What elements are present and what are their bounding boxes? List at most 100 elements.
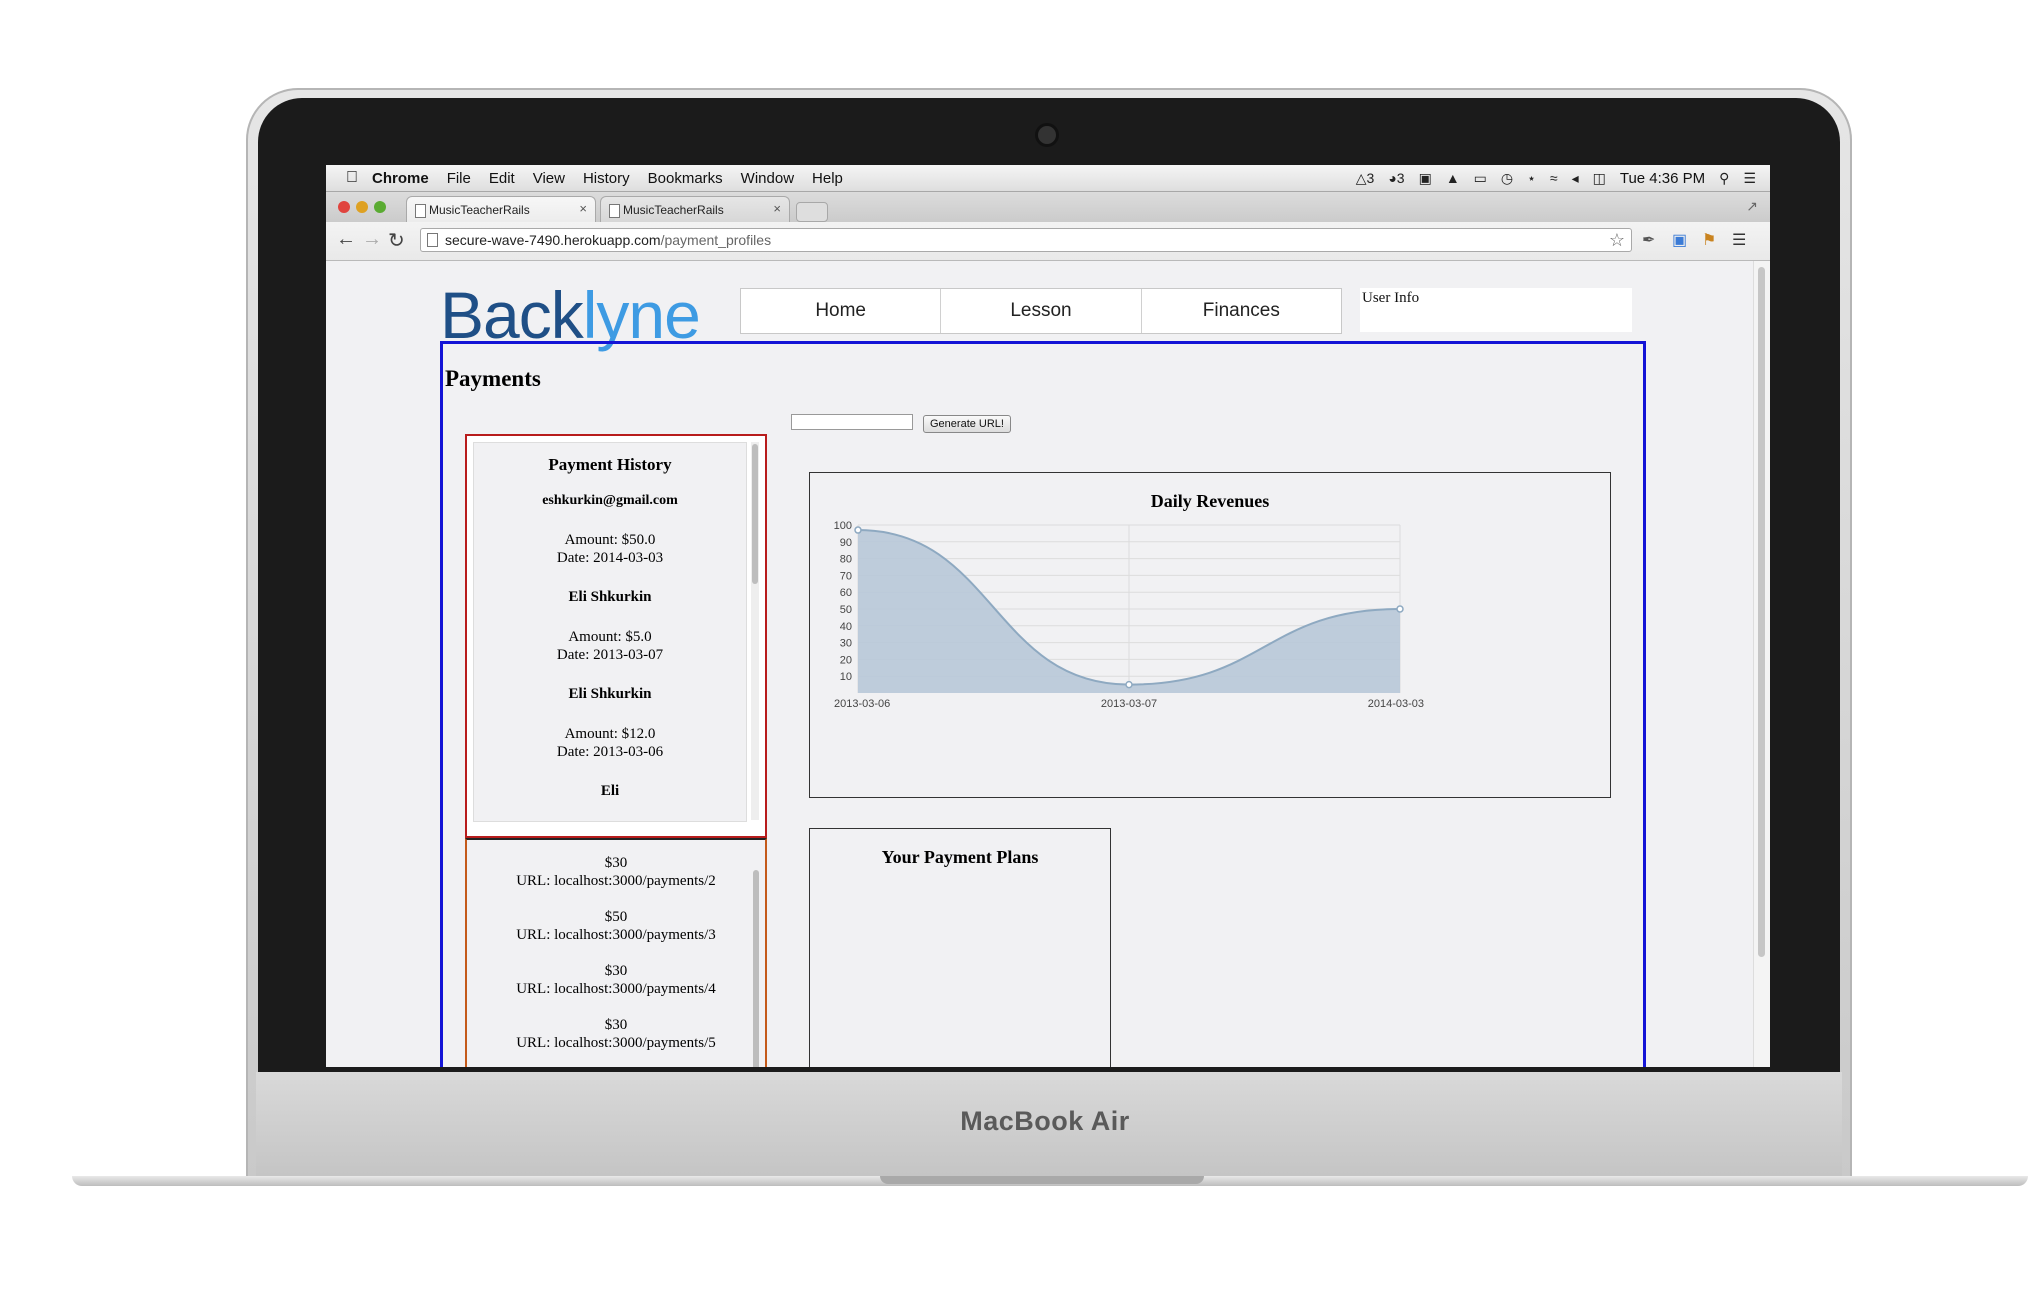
close-window-icon[interactable]: [338, 201, 350, 213]
payment-url-item: $30 URL: localhost:3000/payments/2: [467, 854, 765, 890]
payment-urls-panel[interactable]: $30 URL: localhost:3000/payments/2 $50 U…: [465, 838, 767, 1067]
payment-url-input[interactable]: [791, 414, 913, 430]
menu-help[interactable]: Help: [812, 170, 843, 187]
battery-icon[interactable]: ◫: [1593, 170, 1606, 187]
page-scrollbar[interactable]: [1753, 261, 1770, 1067]
payment-date: Date: 2014-03-03: [556, 550, 664, 566]
payment-amount-date: Amount: $50.0 Date: 2014-03-03: [474, 531, 746, 567]
payment-amount: Amount: $5.0: [568, 629, 652, 645]
main-nav: Home Lesson Finances: [740, 288, 1342, 334]
plan-url[interactable]: URL: localhost:3000/payments/3: [467, 926, 765, 944]
notification-center-icon[interactable]: ☰: [1743, 170, 1756, 187]
extension-icon[interactable]: ▣: [1672, 230, 1687, 250]
tab-inactive[interactable]: MusicTeacherRails ×: [600, 196, 790, 222]
payment-history-title: Payment History: [548, 455, 672, 474]
y-tick-label: 20: [840, 654, 852, 666]
generate-url-button[interactable]: Generate URL!: [923, 415, 1011, 433]
data-point: [1396, 605, 1404, 613]
tab-close-icon[interactable]: ×: [773, 201, 781, 216]
url-path: /payment_profiles: [660, 232, 772, 248]
page-icon: [427, 233, 438, 247]
camera: [1038, 126, 1056, 144]
plan-price: $30: [604, 1017, 628, 1033]
payment-amount-date: Amount: $12.0 Date: 2013-03-06: [474, 725, 746, 761]
menubar-clock[interactable]: Tue 4:36 PM: [1620, 170, 1705, 187]
bluetooth-icon[interactable]: ⋆: [1527, 170, 1536, 187]
address-bar[interactable]: secure-wave-7490.herokuapp.com/payment_p…: [420, 228, 1632, 252]
user-info[interactable]: User Info: [1360, 288, 1632, 332]
back-icon[interactable]: ←: [336, 228, 356, 251]
x-tick-label: 2013-03-07: [1101, 698, 1157, 710]
volume-icon[interactable]: ◂: [1572, 170, 1579, 187]
payment-history-list: Payment History eshkurkin@gmail.com Amou…: [473, 442, 747, 822]
history-scrollbar[interactable]: [751, 442, 759, 820]
tab-label: MusicTeacherRails: [623, 202, 724, 217]
menu-file[interactable]: File: [447, 170, 471, 187]
drive-icon[interactable]: ▲: [1446, 170, 1460, 186]
tab-label: MusicTeacherRails: [429, 202, 530, 217]
menu-history[interactable]: History: [583, 170, 630, 187]
bookmark-extension-icon[interactable]: ⚑: [1702, 230, 1716, 250]
payment-history-panel[interactable]: Payment History eshkurkin@gmail.com Amou…: [465, 434, 767, 838]
x-tick-label: 2014-03-03: [1368, 698, 1424, 710]
history-entry: Eli: [474, 783, 746, 800]
menu-bookmarks[interactable]: Bookmarks: [648, 170, 723, 187]
adobe-icon[interactable]: △3: [1356, 170, 1375, 187]
nav-home[interactable]: Home: [741, 289, 942, 333]
payer: Eli Shkurkin: [568, 589, 652, 605]
y-tick-label: 80: [840, 554, 852, 566]
page-icon: [609, 204, 620, 218]
plan-price: $50: [604, 909, 628, 925]
new-tab-button[interactable]: [796, 202, 828, 222]
plan-url[interactable]: URL: localhost:3000/payments/4: [467, 980, 765, 998]
menu-view[interactable]: View: [533, 170, 565, 187]
daily-revenues-chart: Daily Revenues 10 20 30 40 50 60 70 80 90 100 2013…: [809, 472, 1611, 798]
history-entry: Eli Shkurkin Amount: $12.0 Date: 2013-03…: [474, 686, 746, 761]
menu-window[interactable]: Window: [741, 170, 794, 187]
zoom-window-icon[interactable]: [374, 201, 386, 213]
plan-url[interactable]: URL: localhost:3000/payments/2: [467, 872, 765, 890]
y-tick-label: 10: [840, 671, 852, 683]
chrome-menu-icon[interactable]: ☰: [1732, 230, 1746, 250]
laptop-notch: [880, 1176, 1204, 1184]
payment-url-item: $30 URL: localhost:3000/payments/5: [467, 1016, 765, 1052]
payment-url-item: $50 URL: localhost:3000/payments/3: [467, 908, 765, 944]
payment-amount-date: Amount: $5.0 Date: 2013-03-07: [474, 628, 746, 664]
payments-container: Payments Generate URL! Payment History e…: [440, 341, 1646, 1067]
history-entry: eshkurkin@gmail.com Amount: $50.0 Date: …: [474, 493, 746, 567]
wifi-icon[interactable]: ≈: [1550, 170, 1558, 186]
adobe-count: 3: [1366, 169, 1375, 186]
time-machine-icon[interactable]: ◷: [1501, 170, 1513, 187]
spotlight-search-icon[interactable]: ⚲: [1719, 170, 1729, 187]
plan-url[interactable]: URL: localhost:3000/payments/5: [467, 1034, 765, 1052]
y-tick-label: 100: [834, 520, 852, 532]
tab-active[interactable]: MusicTeacherRails ×: [406, 196, 596, 222]
menu-app[interactable]: Chrome: [372, 170, 429, 187]
nav-lesson[interactable]: Lesson: [941, 289, 1142, 333]
page-icon: [415, 204, 426, 218]
menu-edit[interactable]: Edit: [489, 170, 515, 187]
app-icon[interactable]: ▣: [1419, 170, 1432, 187]
minimize-window-icon[interactable]: [356, 201, 368, 213]
forward-icon[interactable]: →: [362, 228, 382, 251]
screen:  Chrome File Edit View History Bookmark…: [326, 165, 1770, 1067]
creative-cloud-icon[interactable]: ◕3: [1388, 170, 1404, 186]
cloud-count: 3: [1396, 170, 1405, 186]
nav-finances[interactable]: Finances: [1142, 289, 1341, 333]
payer: Eli: [600, 783, 620, 799]
reload-icon[interactable]: ↻: [388, 228, 405, 253]
page-scroll-thumb[interactable]: [1758, 267, 1765, 957]
airplay-icon[interactable]: ▭: [1474, 170, 1487, 187]
y-tick-label: 60: [840, 587, 852, 599]
payment-amount: Amount: $12.0: [564, 726, 656, 742]
eyedropper-icon[interactable]: ✒: [1642, 230, 1655, 250]
payment-date: Date: 2013-03-06: [556, 744, 664, 760]
fullscreen-icon[interactable]: ↗: [1746, 198, 1758, 215]
tab-close-icon[interactable]: ×: [579, 201, 587, 216]
history-scroll-thumb[interactable]: [752, 444, 758, 584]
y-tick-label: 30: [840, 638, 852, 650]
apple-icon[interactable]: : [346, 169, 358, 187]
urls-scrollbar[interactable]: [753, 870, 759, 1067]
bookmark-star-icon[interactable]: ☆: [1609, 229, 1625, 251]
payment-date: Date: 2013-03-07: [556, 647, 664, 663]
